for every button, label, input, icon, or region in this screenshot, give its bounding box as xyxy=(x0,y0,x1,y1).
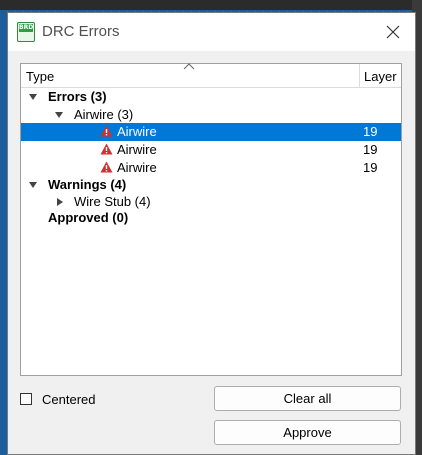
drc-errors-dialog: BRD DRC Errors Type Layer Errors (3) Air… xyxy=(7,12,416,455)
title-bar: BRD DRC Errors xyxy=(8,13,415,51)
layer-value: 19 xyxy=(363,142,378,157)
tree-row-airwire-3[interactable]: Airwire 19 xyxy=(21,159,401,177)
clear-all-button[interactable]: Clear all xyxy=(214,386,401,411)
warning-icon xyxy=(100,161,113,173)
column-header-type[interactable]: Type xyxy=(26,69,54,84)
tree-row-label: Airwire xyxy=(117,142,157,157)
layer-value: 19 xyxy=(363,124,378,139)
expanded-arrow-icon[interactable] xyxy=(55,111,63,119)
tree-row-airwire-2[interactable]: Airwire 19 xyxy=(21,141,401,159)
brd-app-icon: BRD xyxy=(17,22,35,42)
centered-checkbox[interactable] xyxy=(20,393,32,405)
editor-toolbar-strip xyxy=(0,0,422,10)
tree-row-label: Airwire (3) xyxy=(74,107,134,122)
expanded-arrow-icon[interactable] xyxy=(29,181,37,189)
tree-row-airwire-group[interactable]: Airwire (3) xyxy=(21,106,401,124)
tree-header: Type Layer xyxy=(21,63,401,88)
column-divider[interactable] xyxy=(359,64,360,87)
collapsed-arrow-icon[interactable] xyxy=(56,198,64,206)
tree-row-label: Errors (3) xyxy=(48,89,107,104)
layer-value: 19 xyxy=(363,160,378,175)
drc-error-tree[interactable]: Type Layer Errors (3) Airwire (3) Airwir… xyxy=(20,63,402,376)
tree-row-errors[interactable]: Errors (3) xyxy=(21,88,401,106)
expanded-arrow-icon[interactable] xyxy=(29,93,37,101)
tree-row-warnings[interactable]: Warnings (4) xyxy=(21,176,401,194)
tree-row-label: Approved (0) xyxy=(48,210,129,225)
close-button[interactable] xyxy=(379,19,407,45)
centered-label: Centered xyxy=(42,392,96,407)
approve-button[interactable]: Approve xyxy=(214,420,401,445)
tree-row-approved[interactable]: Approved (0) xyxy=(21,209,401,227)
tree-row-airwire-1[interactable]: Airwire 19 xyxy=(21,123,401,141)
column-header-layer[interactable]: Layer xyxy=(364,69,397,84)
tree-row-label: Wire Stub (4) xyxy=(74,194,151,209)
window-title: DRC Errors xyxy=(42,23,120,40)
tree-row-label: Warnings (4) xyxy=(48,177,127,192)
tree-row-label: Airwire xyxy=(117,160,157,175)
close-icon xyxy=(386,25,400,39)
warning-icon xyxy=(100,143,113,155)
warning-icon xyxy=(100,125,113,137)
tree-row-label: Airwire xyxy=(117,124,157,139)
sort-caret-icon xyxy=(183,63,195,70)
